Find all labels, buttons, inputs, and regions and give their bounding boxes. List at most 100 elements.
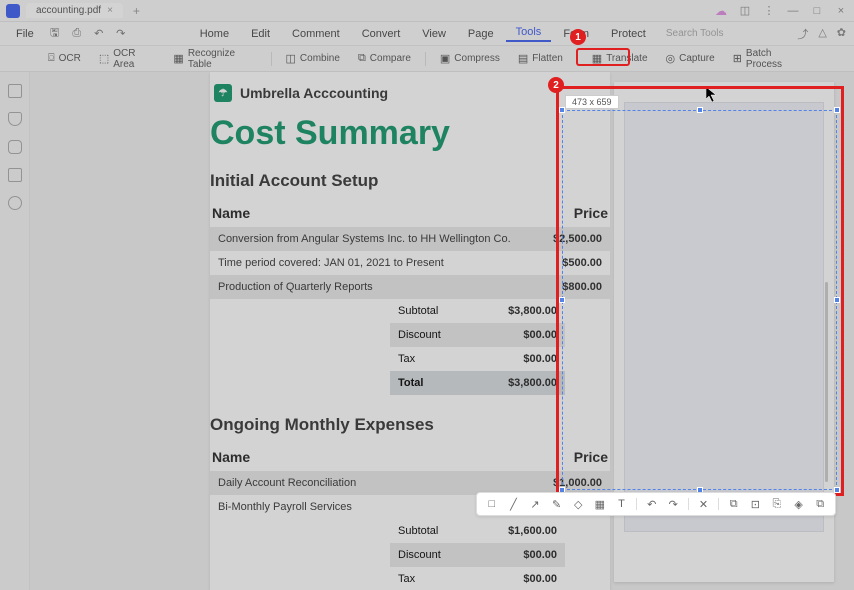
file-menu[interactable]: File [8,26,42,42]
comments-icon[interactable] [8,140,22,154]
table-row: Production of Quarterly Reports$800.00 [210,275,610,299]
tool-capture[interactable]: ◎Capture [658,49,723,68]
discount-row: Discount$00.00 [390,543,565,567]
tool-ocr[interactable]: ⌼OCR [40,49,89,68]
search-panel-icon[interactable] [8,196,22,210]
table-header-1: Name Price [210,199,610,227]
compress-icon: ▣ [440,52,450,65]
app-logo-icon [6,4,20,18]
undo-icon[interactable]: ↶ [645,497,659,511]
subtotal-row: Subtotal$3,800.00 [390,299,565,323]
tools-toolbar: ⌼OCR ⬚OCR Area ▦Recognize Table ◫Combine… [0,46,854,72]
combine-icon: ◫ [286,52,296,65]
menu-protect[interactable]: Protect [601,28,656,40]
col-name: Name [212,449,250,465]
pin-icon[interactable]: ◈ [792,497,806,511]
blur-tool-icon[interactable]: ▦ [593,497,607,511]
window-controls: ☁ ◫ ⋮ — □ × [714,4,848,18]
table-row: Conversion from Angular Systems Inc. to … [210,227,610,251]
tax-row: Tax$00.00 [390,347,565,371]
bookmarks-icon[interactable] [8,112,22,126]
total-row: Total$3,800.00 [390,371,565,395]
cloud-icon[interactable]: ☁ [714,4,728,18]
titlebar: accounting.pdf × + ☁ ◫ ⋮ — □ × [0,0,854,22]
table-row: Time period covered: JAN 01, 2021 to Pre… [210,251,610,275]
separator [271,52,272,66]
company-name: Umbrella Acccounting [240,85,388,101]
menu-view[interactable]: View [412,28,456,40]
separator [718,498,719,510]
menu-comment[interactable]: Comment [282,28,350,40]
share-capture-icon[interactable]: ⧉ [813,497,827,511]
compare-icon: ⧉ [358,52,366,65]
cloud-sync-icon[interactable]: △ [818,26,826,42]
menu-tools[interactable]: Tools [506,26,552,42]
subtotal-block-1: Subtotal$3,800.00 Discount$00.00 Tax$00.… [390,299,565,395]
menubar: File 🖫 ⎙ ↶ ↷ Home Edit Comment Convert V… [0,22,854,46]
flatten-icon: ▤ [518,52,528,65]
minimize-icon[interactable]: — [786,5,800,17]
close-window-icon[interactable]: × [834,5,848,17]
line-tool-icon[interactable]: ╱ [506,497,520,511]
doc-title: Cost Summary [210,114,610,153]
text-tool-icon[interactable]: T [614,497,628,511]
settings-icon[interactable]: ✿ [837,26,846,42]
menu-convert[interactable]: Convert [352,28,411,40]
section-2-heading: Ongoing Monthly Expenses [210,415,610,435]
redo-icon[interactable]: ↷ [112,25,130,43]
callout-badge-2: 2 [548,77,564,93]
col-name: Name [212,205,250,221]
separator [688,498,689,510]
tool-ocr-area[interactable]: ⬚OCR Area [91,45,164,73]
discount-row: Discount$00.00 [390,323,565,347]
redo-icon[interactable]: ↷ [666,497,680,511]
undo-icon[interactable]: ↶ [90,25,108,43]
export-icon[interactable]: ⎘ [770,497,784,511]
tool-recognize-table[interactable]: ▦Recognize Table [165,45,264,73]
callout-highlight-2 [556,86,844,496]
print-icon[interactable]: ⎙ [68,25,86,43]
subtotal-row: Subtotal$1,600.00 [390,519,565,543]
section-1-heading: Initial Account Setup [210,171,610,191]
search-tools-input[interactable]: Search Tools [658,26,732,41]
table-header-2: Name Price [210,443,610,471]
arrow-tool-icon[interactable]: ↗ [528,497,542,511]
tool-batch-process[interactable]: ⊞Batch Process [725,45,814,73]
left-sidebar [0,72,30,590]
new-tab-button[interactable]: + [133,4,140,18]
tool-compress[interactable]: ▣Compress [432,49,508,68]
tool-flatten[interactable]: ▤Flatten [510,49,571,68]
capture-toolbar: □ ╱ ↗ ✎ ◇ ▦ T ↶ ↷ ✕ ⧉ ⊡ ⎘ ◈ ⧉ [476,492,836,516]
copy-icon[interactable]: ⧉ [727,497,741,511]
panel-icon[interactable]: ◫ [738,4,752,17]
menu-edit[interactable]: Edit [241,28,280,40]
separator [425,52,426,66]
attachments-icon[interactable] [8,168,22,182]
document-tab[interactable]: accounting.pdf × [26,3,123,18]
maximize-icon[interactable]: □ [810,5,824,17]
rect-tool-icon[interactable]: □ [485,497,499,511]
separator [636,498,637,510]
ocr-area-icon: ⬚ [99,52,109,65]
callout-highlight-1 [576,48,630,66]
thumbnails-icon[interactable] [8,84,22,98]
callout-badge-1: 1 [570,29,586,45]
brand-logo-icon: ☂ [214,84,232,102]
table-icon: ▦ [173,52,183,65]
save-icon[interactable]: 🖫 [46,25,64,43]
tool-combine[interactable]: ◫Combine [278,49,348,68]
save-capture-icon[interactable]: ⊡ [748,497,762,511]
ocr-icon: ⌼ [48,52,55,65]
menu-page[interactable]: Page [458,28,504,40]
cancel-capture-icon[interactable]: ✕ [697,497,711,511]
tool-compare[interactable]: ⧉Compare [350,49,419,68]
share-icon[interactable]: ⤴ [797,26,808,42]
highlight-tool-icon[interactable]: ◇ [571,497,585,511]
pen-tool-icon[interactable]: ✎ [550,497,564,511]
subtotal-block-2: Subtotal$1,600.00 Discount$00.00 Tax$00.… [390,519,565,590]
menu-home[interactable]: Home [190,28,239,40]
more-icon[interactable]: ⋮ [762,4,776,17]
tax-row: Tax$00.00 [390,567,565,590]
close-tab-icon[interactable]: × [107,5,113,16]
tab-title: accounting.pdf [36,5,101,16]
